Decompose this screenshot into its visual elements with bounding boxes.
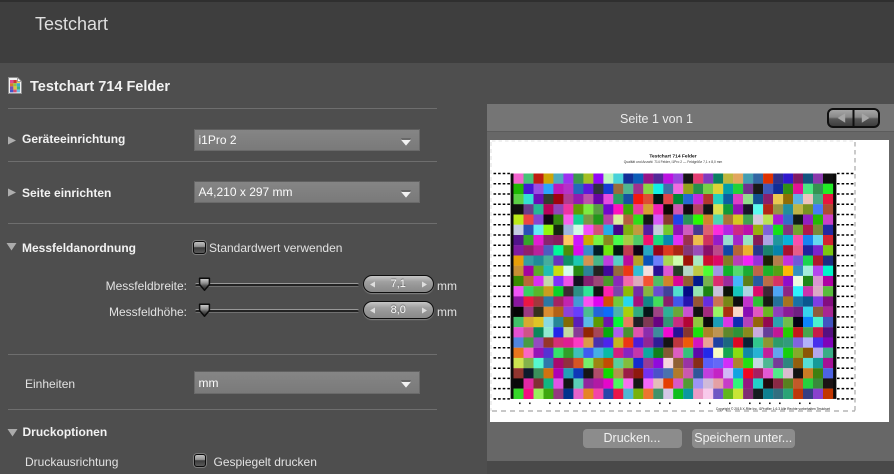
svg-text:Copyright © 2015 X-Rite Inc. i: Copyright © 2015 X-Rite Inc. i1Profiler … [716, 407, 830, 411]
svg-text:Testchart 714 Felder: Testchart 714 Felder [649, 154, 696, 160]
svg-text:Qualität und Anzahl: 714 Felde: Qualität und Anzahl: 714 Felder, i1Pro 2… [624, 160, 723, 164]
